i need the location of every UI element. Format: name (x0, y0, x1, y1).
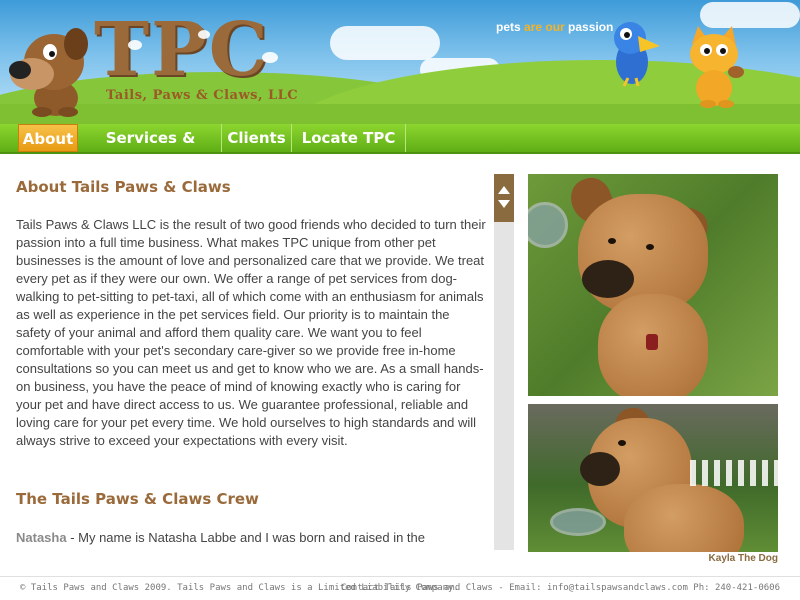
white-fence (690, 460, 778, 486)
dog-eye (618, 440, 626, 446)
nav-item-clients[interactable]: Clients (222, 124, 292, 152)
scrollbar-thumb[interactable] (494, 174, 514, 222)
about-body: Tails Paws & Claws LLC is the result of … (16, 217, 486, 448)
cartoon-bird-icon (614, 22, 660, 87)
site-footer: © Tails Paws and Claws 2009. Tails Paws … (0, 576, 800, 600)
water-bowl (528, 202, 568, 248)
crew-member-name: Natasha (16, 530, 67, 545)
crew-heading: The Tails Paws & Claws Crew (16, 490, 259, 508)
scroll-down-icon[interactable] (498, 200, 510, 208)
dog-eye (608, 238, 616, 244)
dog-photo-top (528, 174, 778, 396)
dog-eye (646, 244, 654, 250)
dog-muzzle (580, 452, 620, 486)
nav-item-services-prices[interactable]: Services & Prices (80, 124, 222, 175)
water-bowl (550, 508, 606, 536)
footer-contact[interactable]: Contact Tails Paws and Claws - Email: in… (341, 583, 780, 593)
nav-item-locate-tpc[interactable]: Locate TPC (292, 124, 406, 152)
dog-chest (624, 484, 744, 552)
cloud (700, 2, 800, 28)
crew-intro: Natasha - My name is Natasha Labbe and I… (16, 530, 486, 545)
photo-caption: Kayla The Dog (708, 553, 778, 564)
tagline-pre: pets (496, 20, 525, 34)
content-scrollbar[interactable] (494, 174, 514, 550)
cartoon-cat-icon (690, 26, 744, 108)
about-heading: About Tails Paws & Claws (16, 178, 231, 196)
crew-member-text: - My name is Natasha Labbe and I was bor… (66, 530, 426, 545)
logo-spot (198, 30, 210, 39)
cartoon-dog-icon (9, 28, 88, 117)
logo-title[interactable]: TPC (94, 10, 270, 90)
scroll-up-icon[interactable] (498, 186, 510, 194)
site-header: TPC Tails, Paws & Claws, LLC pets are ou… (0, 0, 800, 125)
nav-item-about[interactable]: About (18, 124, 78, 152)
tagline-accent: are our (524, 20, 565, 34)
logo-spot (262, 52, 278, 63)
cloud (330, 26, 440, 60)
tagline: pets are our passion (496, 20, 613, 34)
dog-tag (646, 334, 658, 350)
logo-spot (128, 40, 142, 50)
logo-subtitle: Tails, Paws & Claws, LLC (106, 88, 299, 103)
main-nav: About Services & Prices Clients Locate T… (0, 124, 800, 175)
dog-muzzle (582, 260, 634, 298)
